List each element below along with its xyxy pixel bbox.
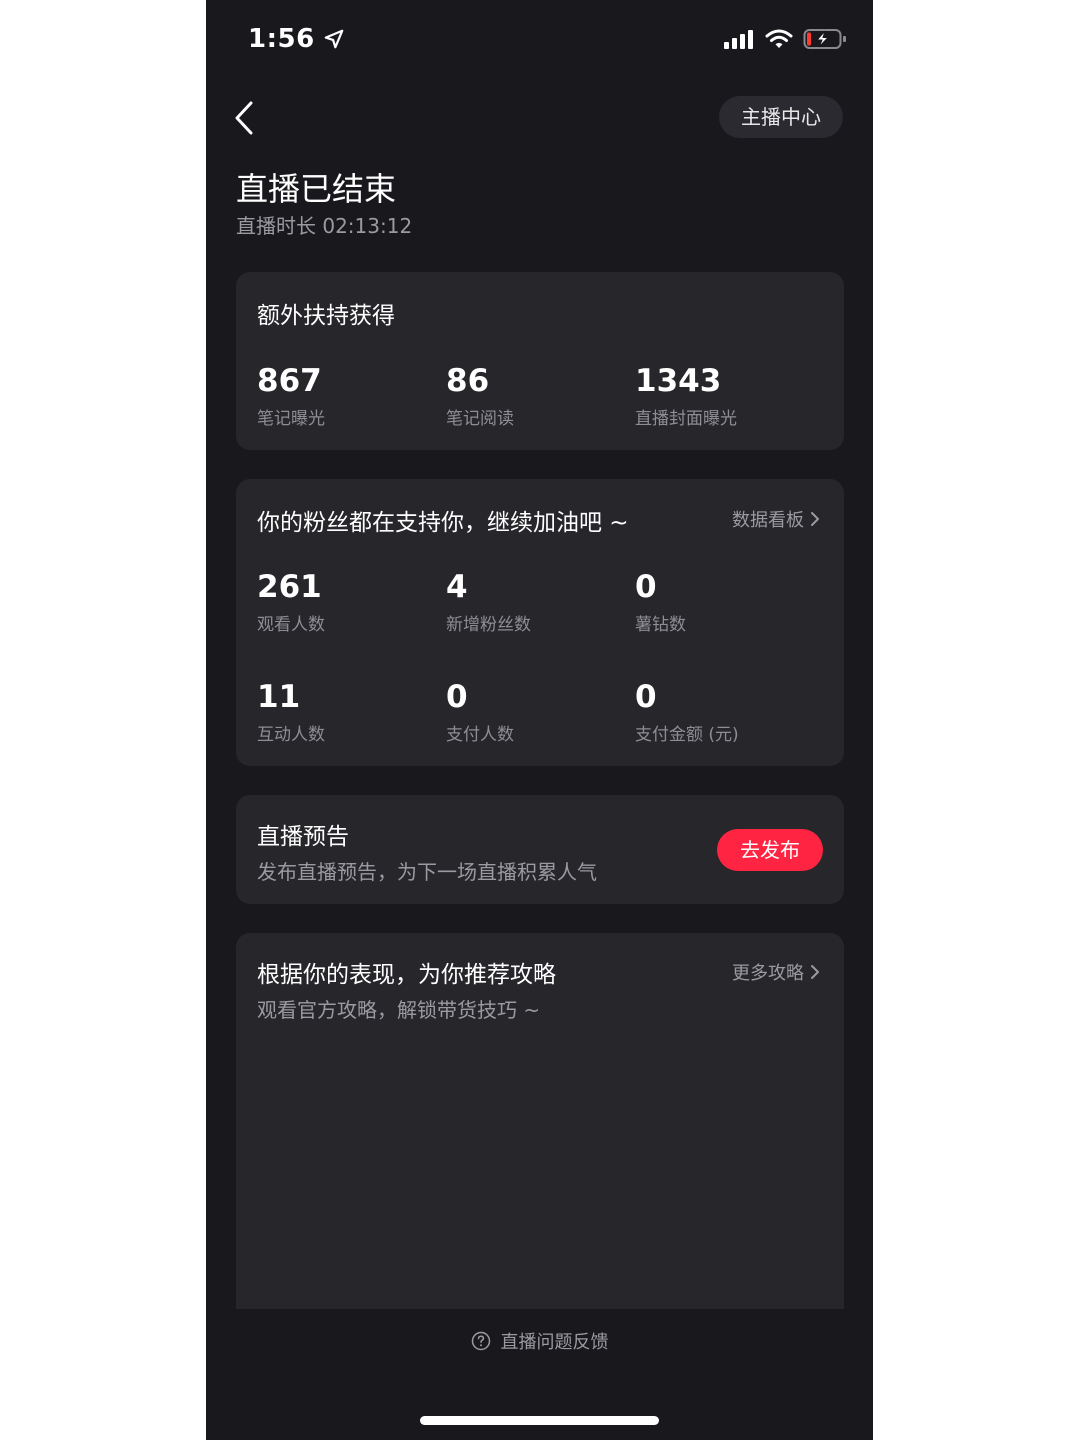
publish-button[interactable]: 去发布 bbox=[717, 829, 823, 871]
stat-label: 笔记曝光 bbox=[257, 409, 325, 429]
phone-screen: 1:56 主播中心 直播已结束 直播时长 02:13:12 额外扶持获得 867… bbox=[206, 0, 873, 1440]
live-preview-card: 直播预告 发布直播预告，为下一场直播积累人气 去发布 bbox=[236, 795, 844, 904]
stat-cover-exposure: 1343 直播封面曝光 bbox=[635, 362, 815, 429]
data-dashboard-link[interactable]: 数据看板 bbox=[732, 506, 820, 532]
stat-new-followers: 4 新增粉丝数 bbox=[446, 568, 626, 635]
more-strategies-label: 更多攻略 bbox=[732, 963, 804, 984]
stat-label: 支付人数 bbox=[446, 725, 514, 745]
stat-value: 867 bbox=[257, 363, 322, 399]
chevron-right-icon bbox=[811, 512, 819, 526]
stat-label: 新增粉丝数 bbox=[446, 615, 531, 635]
stat-label: 观看人数 bbox=[257, 615, 325, 635]
stat-value: 86 bbox=[446, 363, 490, 399]
fans-card: 你的粉丝都在支持你，继续加油吧 ~ 数据看板 261 观看人数 4 新增粉丝数 … bbox=[236, 479, 844, 766]
page-title: 直播已结束 bbox=[236, 170, 397, 208]
live-duration-value: 02:13:12 bbox=[322, 214, 413, 238]
live-feedback-link[interactable]: 直播问题反馈 bbox=[206, 1328, 873, 1354]
status-time: 1:56 bbox=[248, 24, 345, 54]
boost-card: 额外扶持获得 867 笔记曝光 86 笔记阅读 1343 直播封面曝光 bbox=[236, 272, 844, 450]
stat-viewers: 261 观看人数 bbox=[257, 568, 437, 635]
location-arrow-icon bbox=[324, 29, 344, 49]
stat-value: 0 bbox=[446, 679, 468, 715]
status-time-text: 1:56 bbox=[248, 24, 315, 54]
stat-note-exposure: 867 笔记曝光 bbox=[257, 362, 437, 429]
cellular-signal-icon bbox=[724, 30, 753, 49]
data-dashboard-link-label: 数据看板 bbox=[732, 510, 804, 531]
live-duration: 直播时长 02:13:12 bbox=[236, 210, 412, 239]
live-feedback-label: 直播问题反馈 bbox=[500, 1332, 609, 1353]
home-indicator[interactable] bbox=[420, 1416, 659, 1425]
stat-value: 1343 bbox=[635, 363, 722, 399]
chevron-left-icon bbox=[235, 101, 253, 135]
stat-payers: 0 支付人数 bbox=[446, 678, 626, 745]
stat-label: 支付金额 (元) bbox=[635, 725, 739, 745]
fans-card-title: 你的粉丝都在支持你，继续加油吧 ~ bbox=[257, 510, 629, 536]
stat-label: 笔记阅读 bbox=[446, 409, 514, 429]
battery-charging-icon bbox=[803, 29, 846, 49]
stat-label: 直播封面曝光 bbox=[635, 409, 737, 429]
wifi-icon bbox=[765, 29, 793, 48]
stat-value: 261 bbox=[257, 569, 322, 605]
more-strategies-link[interactable]: 更多攻略 bbox=[732, 959, 820, 985]
stat-value: 0 bbox=[635, 679, 657, 715]
boost-card-title: 额外扶持获得 bbox=[257, 303, 395, 329]
stat-note-reads: 86 笔记阅读 bbox=[446, 362, 626, 429]
stat-diamonds: 0 薯钻数 bbox=[635, 568, 815, 635]
live-duration-label: 直播时长 bbox=[236, 214, 316, 238]
anchor-center-button[interactable]: 主播中心 bbox=[719, 96, 843, 138]
stat-label: 互动人数 bbox=[257, 725, 325, 745]
status-icons bbox=[723, 28, 847, 50]
live-preview-title: 直播预告 bbox=[257, 824, 349, 850]
strategy-subtitle: 观看官方攻略，解锁带货技巧 ~ bbox=[257, 998, 541, 1022]
chevron-right-icon bbox=[811, 965, 819, 979]
back-button[interactable] bbox=[224, 96, 264, 140]
question-circle-icon bbox=[471, 1331, 490, 1351]
strategy-title: 根据你的表现，为你推荐攻略 bbox=[257, 962, 556, 988]
strategy-card: 根据你的表现，为你推荐攻略 更多攻略 观看官方攻略，解锁带货技巧 ~ bbox=[236, 933, 844, 1309]
stat-value: 4 bbox=[446, 569, 468, 605]
stat-payment-amount: 0 支付金额 (元) bbox=[635, 678, 815, 745]
live-preview-subtitle: 发布直播预告，为下一场直播积累人气 bbox=[257, 860, 597, 884]
stat-value: 11 bbox=[257, 679, 301, 715]
stat-value: 0 bbox=[635, 569, 657, 605]
stat-label: 薯钻数 bbox=[635, 615, 686, 635]
stat-interactions: 11 互动人数 bbox=[257, 678, 437, 745]
